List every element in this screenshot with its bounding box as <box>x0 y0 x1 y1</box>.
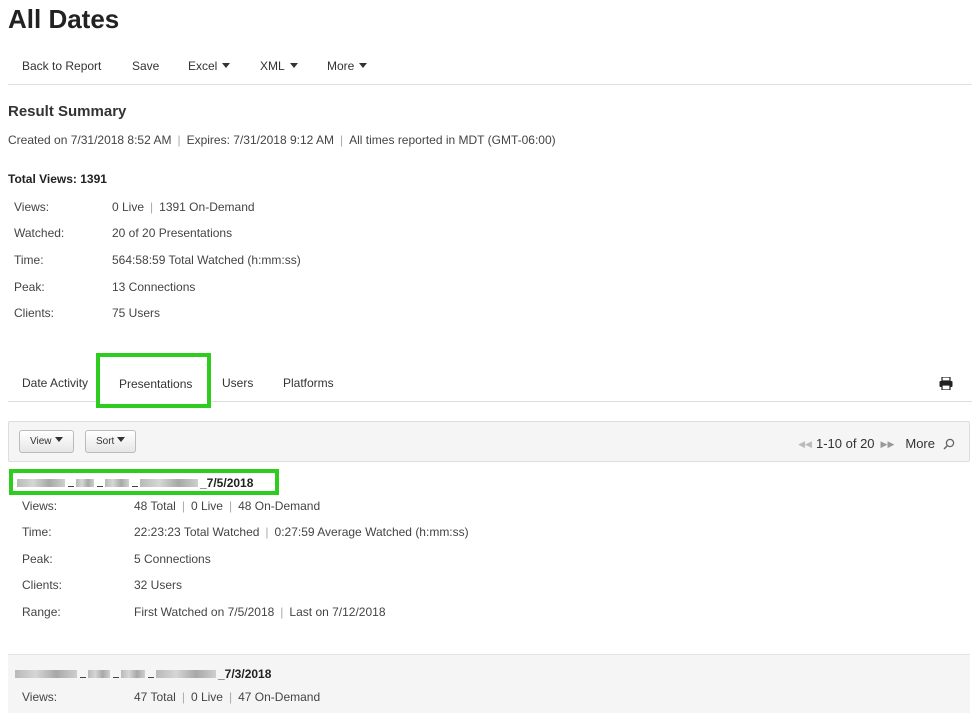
pres-time-label: Time: <box>22 525 52 539</box>
summary-meta: Created on 7/31/2018 8:52 AM | Expires: 7/… <box>8 133 556 147</box>
pres-views-value: 48 Total | 0 Live | 48 On-Demand <box>134 499 321 513</box>
time-value: 564:58:59 Total Watched (h:mm:ss) <box>112 253 301 267</box>
page-range: 1-10 of 20 <box>815 436 875 451</box>
sort-label: Sort <box>96 436 115 447</box>
pres-range-first: First Watched on 7/5/2018 <box>134 605 275 619</box>
more-link[interactable]: More <box>905 436 935 451</box>
pres-time-value: 22:23:23 Total Watched | 0:27:59 Average W… <box>134 525 469 539</box>
views-ondemand: 1391 On-Demand <box>159 200 255 214</box>
pres-range-value: First Watched on 7/5/2018 | Last on 7/12/2… <box>134 605 386 619</box>
peak-value: 13 Connections <box>112 280 196 294</box>
excel-dropdown[interactable]: Excel <box>188 59 231 73</box>
pres2-views-total: 47 Total <box>134 690 176 704</box>
tab-presentations[interactable]: Presentations <box>119 377 192 391</box>
xml-label: XML <box>260 59 285 73</box>
time-label: Time: <box>14 253 44 267</box>
pres-clients-value: 32 Users <box>134 578 183 592</box>
pres-range-last: Last on 7/12/2018 <box>289 605 386 619</box>
save-button[interactable]: Save <box>132 59 159 73</box>
search-icon[interactable] <box>943 438 955 453</box>
report-toolbar: Back to Report Save Excel XML More <box>8 56 972 85</box>
view-button[interactable]: View <box>19 430 74 453</box>
pres-time-total: 22:23:23 Total Watched <box>134 525 260 539</box>
tab-date-activity[interactable]: Date Activity <box>22 376 88 390</box>
pager: ◀◀ 1-10 of 20 ▶▶ More <box>798 436 955 453</box>
next-page-icon[interactable]: ▶▶ <box>881 439 895 449</box>
clients-label: Clients: <box>14 306 55 320</box>
view-toolbar: View Sort ◀◀ 1-10 of 20 ▶▶ More <box>8 421 970 462</box>
pres-peak-value: 5 Connections <box>134 552 211 566</box>
back-to-report-link[interactable]: Back to Report <box>22 59 101 73</box>
created-text: Created on 7/31/2018 8:52 AM <box>8 133 172 147</box>
xml-dropdown[interactable]: XML <box>260 59 298 73</box>
pres-views-ondemand: 48 On-Demand <box>238 499 321 513</box>
pres-views-label: Views: <box>22 499 58 513</box>
pres-time-avg: 0:27:59 Average Watched (h:mm:ss) <box>274 525 469 539</box>
presentation-row-2 <box>8 654 970 713</box>
pres2-views-label: Views: <box>22 690 58 704</box>
pres-clients-label: Clients: <box>22 578 63 592</box>
presentation-title-2[interactable]: _7/3/2018 <box>15 667 271 681</box>
tab-users[interactable]: Users <box>222 376 253 390</box>
page-title: All Dates <box>8 4 120 34</box>
presentation-title-highlight: _7/5/2018 <box>9 469 279 495</box>
excel-label: Excel <box>188 59 218 73</box>
pres2-views-live: 0 Live <box>190 690 223 704</box>
timezone-text: All times reported in MDT (GMT-06:00) <box>349 133 556 147</box>
caret-down-icon <box>54 437 63 442</box>
tab-platforms[interactable]: Platforms <box>283 376 334 390</box>
views-live: 0 Live <box>112 200 145 214</box>
tab-presentations-highlight: Presentations <box>96 353 211 408</box>
clients-value: 75 Users <box>112 306 161 320</box>
views-value: 0 Live | 1391 On-Demand <box>112 200 255 214</box>
pres-views-total: 48 Total <box>134 499 176 513</box>
watched-label: Watched: <box>14 226 65 240</box>
result-summary-title: Result Summary <box>8 103 127 120</box>
previous-page-icon[interactable]: ◀◀ <box>798 439 812 449</box>
pres-views-live: 0 Live <box>190 499 223 513</box>
view-label: View <box>30 436 52 447</box>
presentation-title[interactable]: _7/5/2018 <box>17 476 253 490</box>
peak-label: Peak: <box>14 280 45 294</box>
caret-down-icon <box>359 63 368 68</box>
sort-button[interactable]: Sort <box>85 430 137 453</box>
presentation-title-suffix: _7/5/2018 <box>200 476 254 490</box>
more-dropdown[interactable]: More <box>327 59 368 73</box>
caret-down-icon <box>222 63 231 68</box>
more-label: More <box>327 59 355 73</box>
total-views: Total Views: 1391 <box>8 172 107 186</box>
expires-text: Expires: 7/31/2018 9:12 AM <box>186 133 335 147</box>
caret-down-icon <box>289 63 298 68</box>
pres-range-label: Range: <box>22 605 61 619</box>
caret-down-icon <box>117 437 126 442</box>
pres-peak-label: Peak: <box>22 552 53 566</box>
views-label: Views: <box>14 200 50 214</box>
pres2-views-value: 47 Total | 0 Live | 47 On-Demand <box>134 690 321 704</box>
watched-value: 20 of 20 Presentations <box>112 226 233 240</box>
presentation-title-suffix-2: _7/3/2018 <box>218 667 272 681</box>
pres2-views-ondemand: 47 On-Demand <box>238 690 321 704</box>
printer-icon[interactable] <box>939 376 953 395</box>
